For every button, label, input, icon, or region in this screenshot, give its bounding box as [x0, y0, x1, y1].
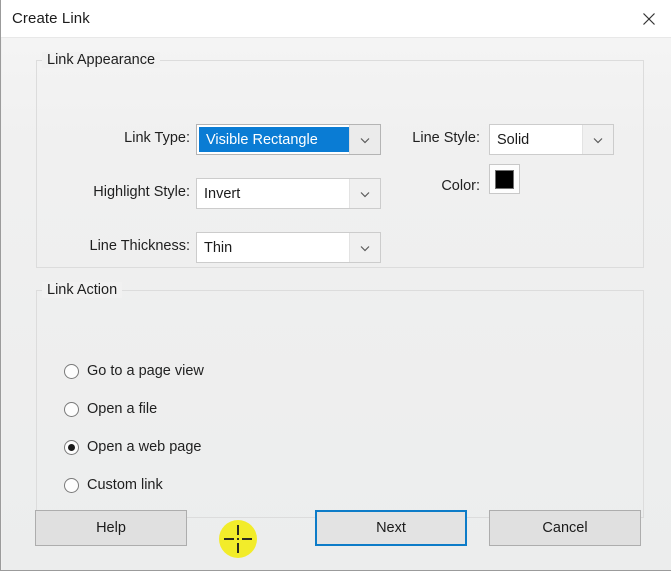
radio-icon — [64, 401, 79, 417]
line-style-label: Line Style: — [412, 130, 480, 146]
link-type-label: Link Type: — [124, 130, 190, 146]
line-thickness-combobox[interactable]: Thin — [196, 232, 381, 263]
next-button[interactable]: Next — [315, 510, 467, 546]
close-icon[interactable] — [626, 0, 671, 37]
highlight-style-combobox[interactable]: Invert — [196, 178, 381, 209]
color-label: Color: — [441, 178, 480, 194]
create-link-dialog: Create Link Link Appearance Link Type: V… — [0, 0, 671, 571]
line-style-value: Solid — [497, 131, 530, 148]
radio-icon — [64, 363, 79, 379]
link-action-legend: Link Action — [42, 282, 123, 298]
link-appearance-legend: Link Appearance — [42, 52, 161, 68]
line-style-combobox[interactable]: Solid — [489, 124, 614, 155]
color-swatch-icon — [495, 169, 514, 189]
line-thickness-value: Thin — [204, 239, 233, 256]
help-button[interactable]: Help — [35, 510, 187, 546]
radio-selected-icon — [64, 439, 79, 455]
radio-label: Open a file — [87, 401, 158, 417]
radio-label: Open a web page — [87, 439, 202, 455]
dialog-titlebar: Create Link — [1, 0, 671, 38]
color-swatch-button[interactable] — [489, 164, 520, 194]
radio-label: Custom link — [87, 477, 163, 493]
radio-go-to-page-view[interactable]: Go to a page view — [64, 360, 204, 382]
line-thickness-label: Line Thickness: — [89, 238, 190, 254]
highlight-style-value: Invert — [204, 185, 241, 202]
highlight-style-label: Highlight Style: — [93, 184, 190, 200]
radio-custom-link[interactable]: Custom link — [64, 474, 163, 496]
link-type-combobox[interactable]: Visible Rectangle — [196, 124, 381, 155]
radio-open-a-web-page[interactable]: Open a web page — [64, 436, 201, 458]
radio-icon — [64, 477, 79, 493]
chevron-down-icon[interactable] — [582, 125, 613, 154]
dialog-body: Link Appearance Link Type: Visible Recta… — [2, 38, 671, 570]
cancel-button[interactable]: Cancel — [489, 510, 641, 546]
dialog-title: Create Link — [12, 10, 90, 27]
link-type-value: Visible Rectangle — [199, 127, 349, 152]
radio-label: Go to a page view — [87, 363, 204, 379]
chevron-down-icon[interactable] — [349, 233, 380, 262]
radio-open-a-file[interactable]: Open a file — [64, 398, 157, 420]
precision-crosshair-cursor — [219, 520, 257, 558]
